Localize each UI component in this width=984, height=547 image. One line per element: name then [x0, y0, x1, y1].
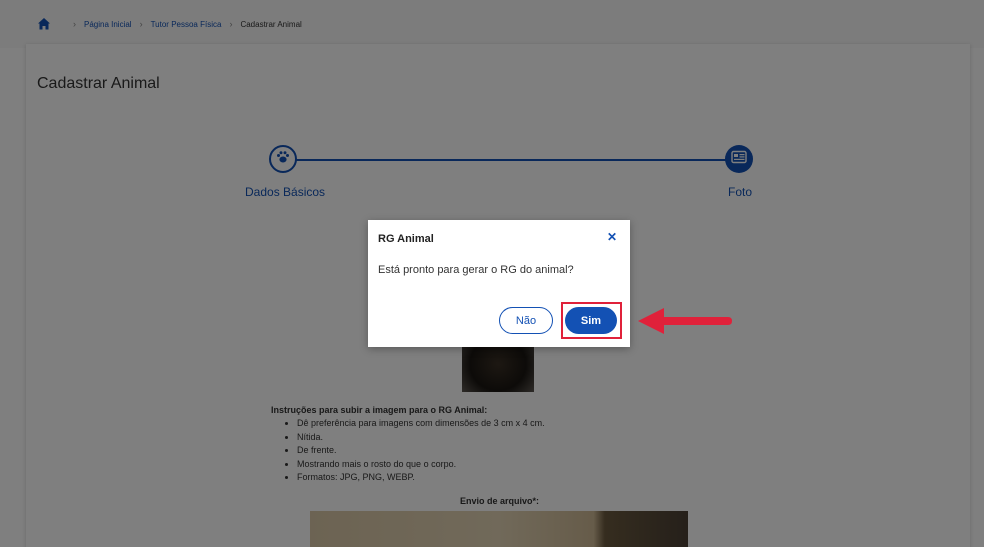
highlight-box: [561, 302, 622, 339]
dialog-title: RG Animal: [378, 233, 434, 245]
pointer-arrow-icon: [636, 305, 734, 337]
dialog-message: Está pronto para gerar o RG do animal?: [378, 264, 574, 276]
close-icon[interactable]: ✕: [606, 231, 618, 243]
no-button[interactable]: Não: [499, 307, 553, 334]
